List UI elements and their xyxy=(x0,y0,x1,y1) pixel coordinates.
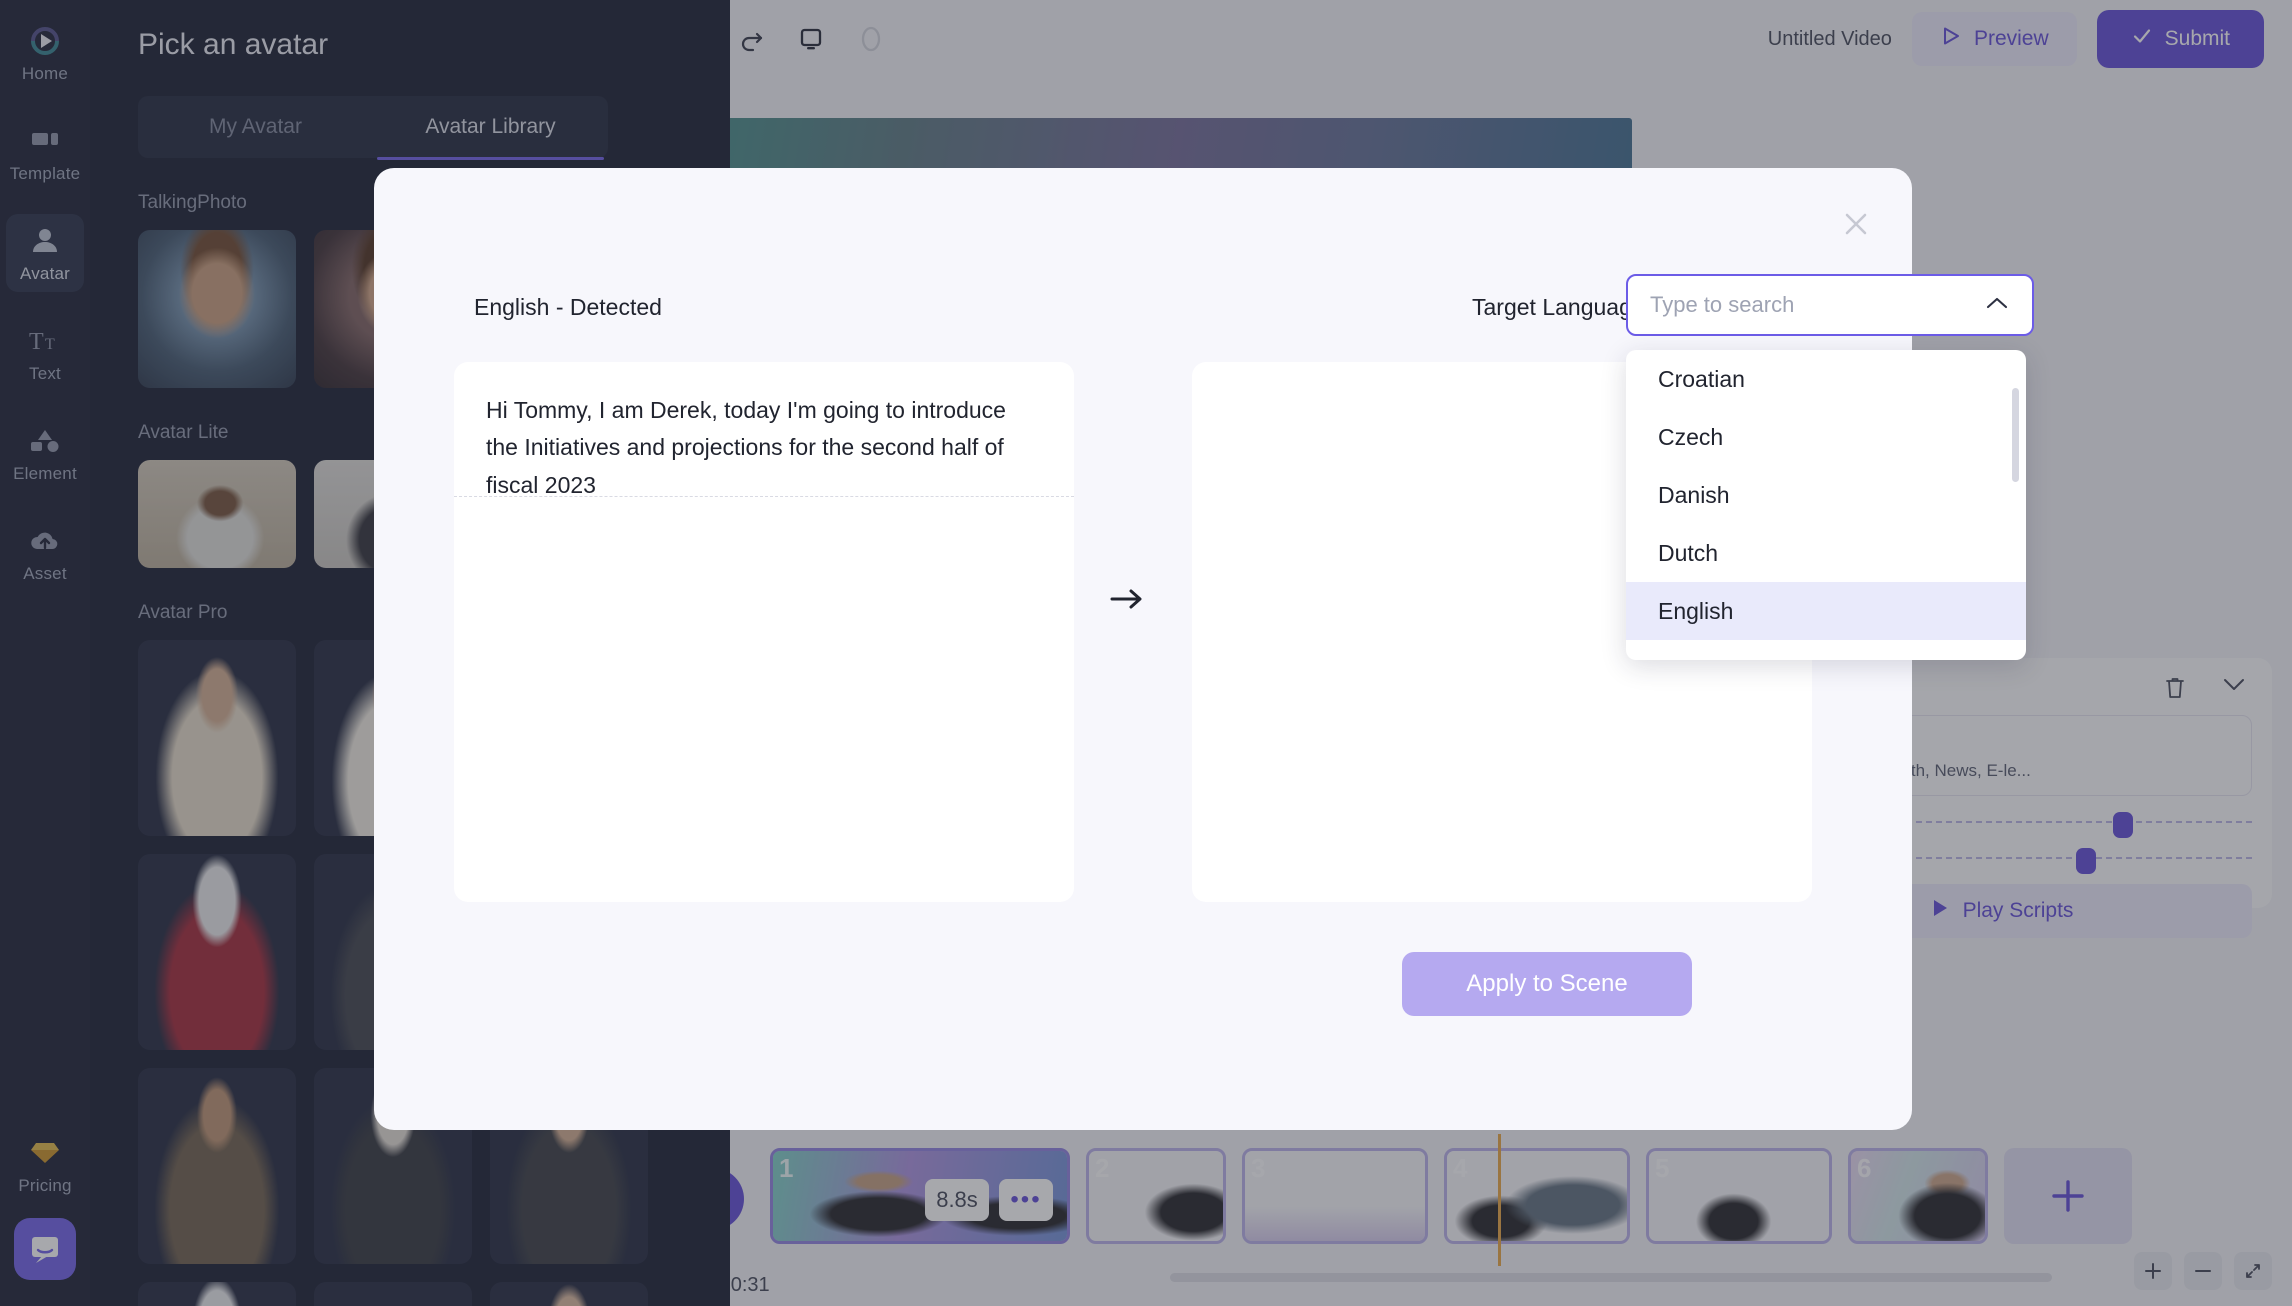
chevron-up-icon[interactable] xyxy=(1984,294,2010,317)
dropdown-option-selected[interactable]: English xyxy=(1626,582,2026,640)
dropdown-scrollbar[interactable] xyxy=(2012,388,2019,482)
apply-to-scene-button[interactable]: Apply to Scene xyxy=(1402,952,1692,1016)
source-text-box[interactable]: Hi Tommy, I am Derek, today I'm going to… xyxy=(454,362,1074,902)
dropdown-option[interactable]: Estonian xyxy=(1626,640,2026,661)
dropdown-option[interactable]: Croatian xyxy=(1626,350,2026,408)
arrow-right-icon xyxy=(1110,586,1144,617)
modal-body: English - Detected Target Language Hi To… xyxy=(374,264,2034,1130)
language-search-input[interactable] xyxy=(1650,292,1984,318)
language-dropdown: Croatian Czech Danish Dutch English Esto… xyxy=(1626,350,2026,660)
translate-modal: English - Detected Target Language Hi To… xyxy=(374,168,2034,1130)
dropdown-option[interactable]: Danish xyxy=(1626,466,2026,524)
language-select[interactable] xyxy=(1626,274,2034,336)
source-text: Hi Tommy, I am Derek, today I'm going to… xyxy=(486,397,1006,498)
dropdown-option[interactable]: Czech xyxy=(1626,408,2026,466)
close-x-icon[interactable] xyxy=(1838,206,1874,242)
source-language-label: English - Detected xyxy=(474,294,662,320)
source-divider xyxy=(454,496,1074,497)
dropdown-option[interactable]: Dutch xyxy=(1626,524,2026,582)
target-language-label: Target Language xyxy=(1472,294,1645,320)
